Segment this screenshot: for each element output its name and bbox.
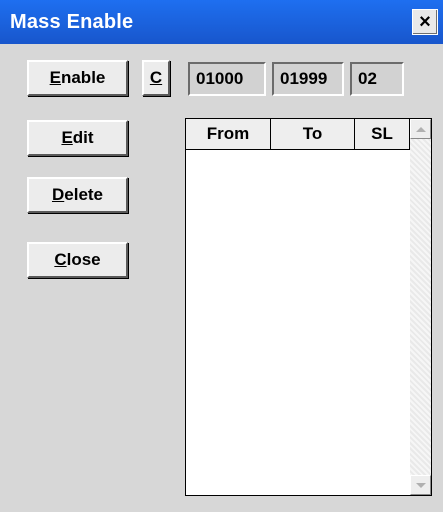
edit-button-accel: E: [61, 128, 73, 147]
sl-field[interactable]: [350, 62, 404, 96]
close-button[interactable]: Close: [27, 242, 128, 278]
delete-button-accel: D: [51, 185, 65, 204]
arrow-down-icon: [415, 482, 426, 488]
window-title: Mass Enable: [10, 11, 134, 33]
scroll-down-button[interactable]: [410, 475, 431, 495]
arrow-up-icon: [415, 126, 426, 132]
column-header-sl[interactable]: SL: [355, 119, 410, 150]
edit-button-label: dit: [72, 128, 94, 147]
range-list[interactable]: From To SL: [185, 118, 432, 496]
c-button-accel: C: [149, 68, 163, 87]
enable-button-accel: E: [49, 68, 61, 87]
delete-button[interactable]: Delete: [27, 177, 128, 213]
scroll-up-button[interactable]: [410, 119, 431, 139]
vertical-scrollbar[interactable]: [410, 119, 431, 495]
column-header-from[interactable]: From: [186, 119, 271, 150]
close-button-accel: C: [54, 250, 67, 269]
close-button-label: lose: [66, 250, 101, 269]
column-header-to[interactable]: To: [271, 119, 355, 150]
c-button[interactable]: C: [142, 60, 170, 96]
close-icon: ×: [419, 10, 431, 33]
close-window-button[interactable]: ×: [412, 9, 438, 35]
title-bar: Mass Enable ×: [0, 0, 443, 44]
edit-button[interactable]: Edit: [27, 120, 128, 156]
from-field[interactable]: [188, 62, 266, 96]
dialog-body: Enable C Edit Delete Close From To SL: [0, 44, 443, 512]
enable-button-label: nable: [60, 68, 106, 87]
delete-button-label: elete: [64, 185, 104, 204]
to-field[interactable]: [272, 62, 344, 96]
enable-button[interactable]: Enable: [27, 60, 128, 96]
